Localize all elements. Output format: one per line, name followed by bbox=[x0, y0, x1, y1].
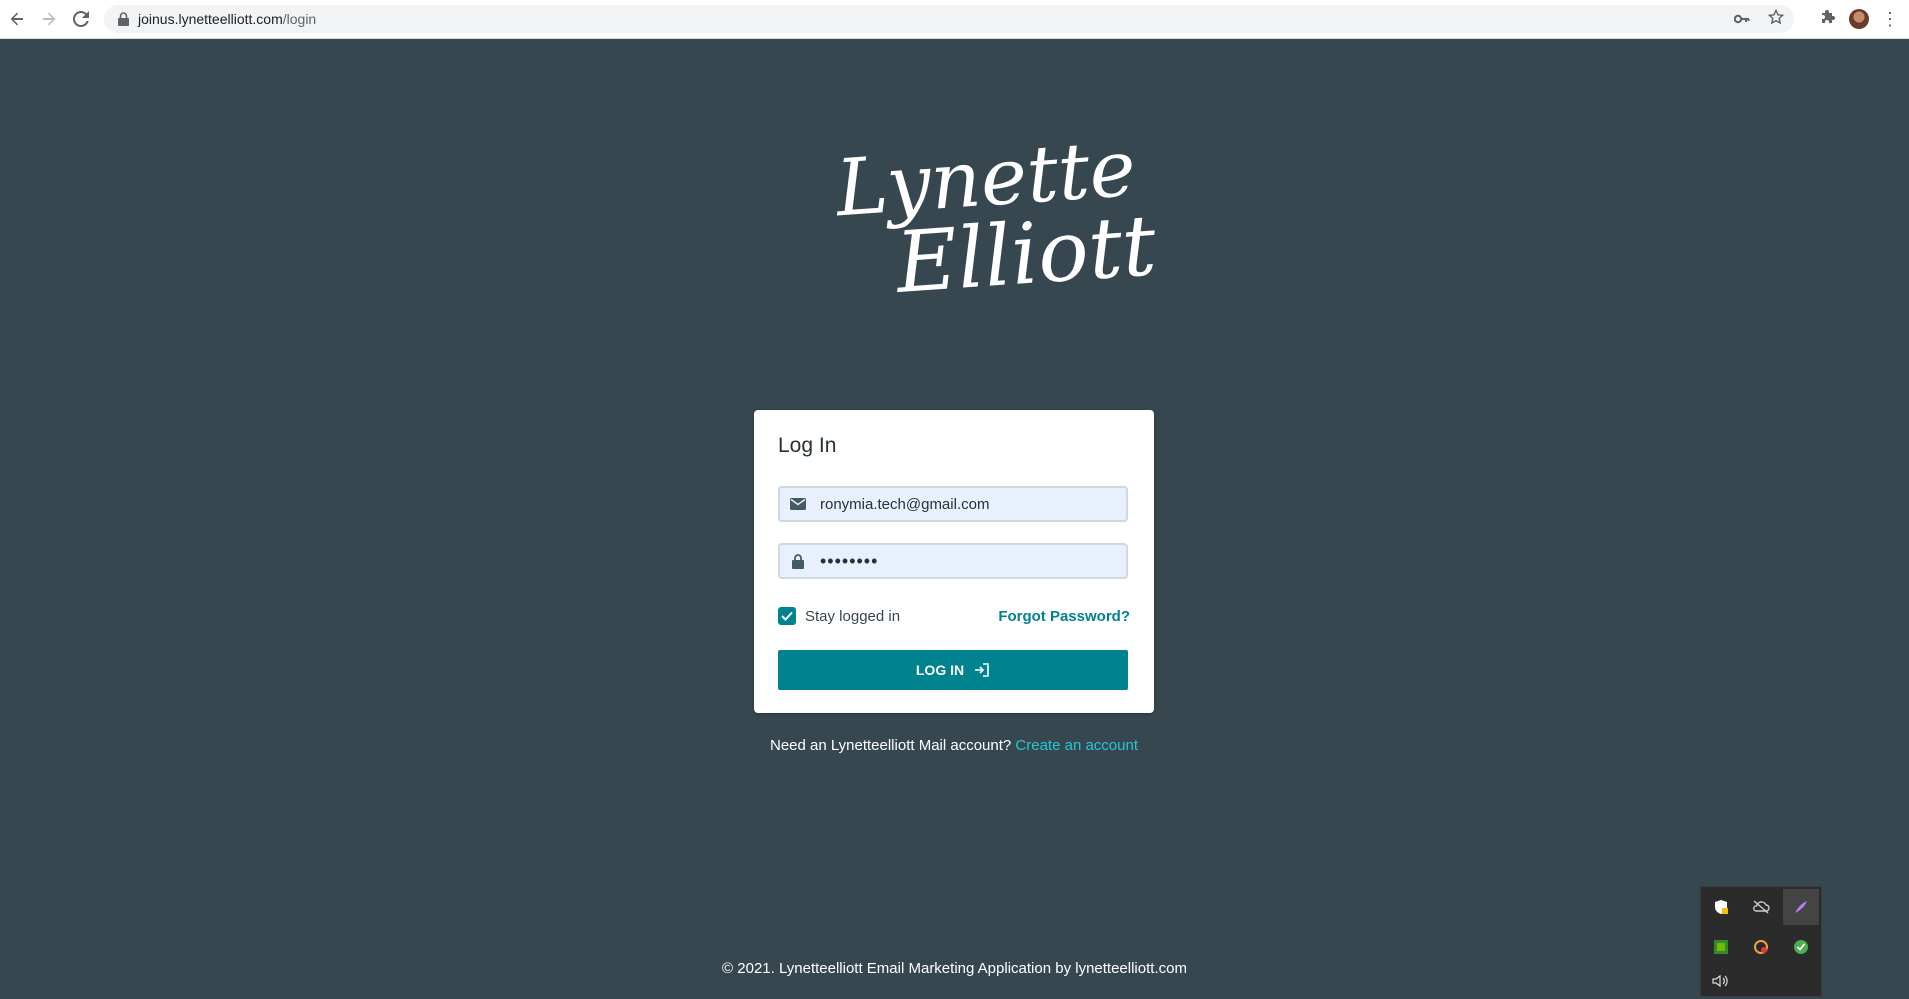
password-lock-icon bbox=[790, 553, 806, 569]
reload-icon bbox=[73, 11, 89, 27]
key-icon[interactable] bbox=[1733, 11, 1750, 28]
login-card: Log In Stay logged in Forgot Password? L… bbox=[754, 410, 1154, 713]
disk-icon[interactable] bbox=[1743, 929, 1779, 965]
volume-icon[interactable] bbox=[1703, 963, 1739, 999]
pen-icon[interactable] bbox=[1783, 889, 1819, 925]
stay-logged-in-checkbox[interactable] bbox=[778, 607, 796, 625]
browser-toolbar: joinus.lynetteelliott.com/login ⋮ bbox=[0, 0, 1909, 39]
signup-prompt: Need an Lynetteelliott Mail account? Cre… bbox=[754, 737, 1154, 754]
bookmark-star-icon[interactable] bbox=[1767, 8, 1785, 29]
login-arrow-icon bbox=[975, 663, 989, 677]
menu-kebab-icon[interactable]: ⋮ bbox=[1881, 10, 1899, 28]
signup-text: Need an Lynetteelliott Mail account? bbox=[769, 737, 1012, 754]
logo-line-2: Elliott bbox=[892, 196, 1160, 312]
checkmark-icon bbox=[781, 611, 793, 621]
check-badge-icon[interactable] bbox=[1783, 929, 1819, 965]
lock-icon bbox=[116, 11, 130, 27]
profile-avatar[interactable] bbox=[1849, 9, 1869, 29]
create-account-link[interactable]: Create an account bbox=[1015, 737, 1138, 754]
login-button[interactable]: LOG IN bbox=[778, 650, 1128, 690]
forward-arrow-icon bbox=[43, 12, 56, 26]
brand-logo: Lynette Elliott bbox=[800, 124, 1159, 360]
password-input[interactable] bbox=[818, 549, 1112, 573]
extensions-puzzle-icon[interactable] bbox=[1821, 9, 1837, 30]
forward-button[interactable] bbox=[34, 4, 64, 34]
mail-icon bbox=[790, 496, 806, 512]
address-bar[interactable]: joinus.lynetteelliott.com/login bbox=[104, 5, 1794, 33]
url-text: joinus.lynetteelliott.com/login bbox=[138, 11, 316, 27]
password-field[interactable] bbox=[778, 543, 1128, 579]
login-title: Log In bbox=[778, 434, 837, 457]
url-domain: joinus.lynetteelliott.com bbox=[138, 11, 283, 27]
forgot-password-link[interactable]: Forgot Password? bbox=[998, 608, 1130, 625]
system-tray-popup bbox=[1700, 886, 1822, 997]
cloud-offline-icon[interactable] bbox=[1743, 889, 1779, 925]
stay-logged-in-label: Stay logged in bbox=[805, 607, 901, 625]
login-button-label: LOG IN bbox=[915, 662, 965, 678]
email-input[interactable] bbox=[818, 494, 1112, 514]
reload-button[interactable] bbox=[66, 4, 96, 34]
stay-logged-in[interactable]: Stay logged in bbox=[778, 607, 900, 625]
nvidia-icon[interactable] bbox=[1703, 929, 1739, 965]
security-shield-icon[interactable] bbox=[1703, 889, 1739, 925]
footer-copyright: © 2021. Lynetteelliott Email Marketing A… bbox=[722, 960, 1187, 977]
back-arrow-icon bbox=[10, 12, 23, 26]
back-button[interactable] bbox=[2, 4, 32, 34]
email-field[interactable] bbox=[778, 486, 1128, 522]
url-path: /login bbox=[282, 11, 317, 27]
